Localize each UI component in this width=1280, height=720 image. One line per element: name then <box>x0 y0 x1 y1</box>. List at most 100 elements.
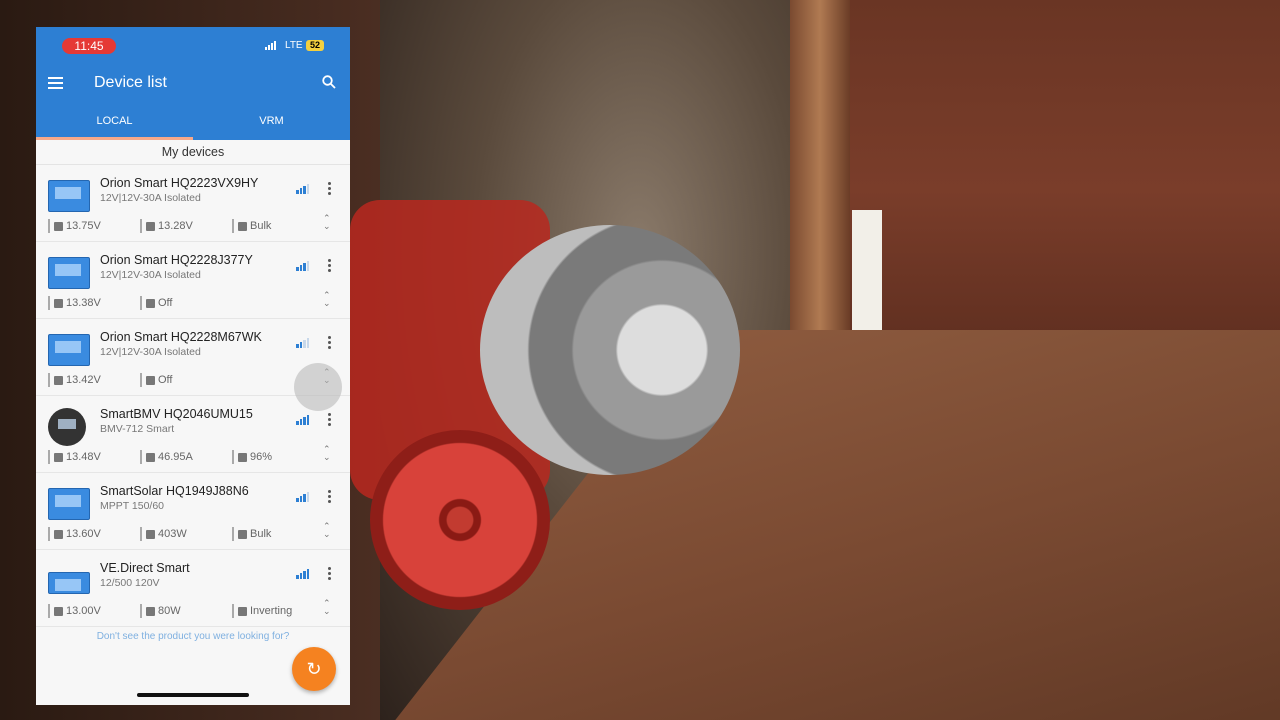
more-options-icon[interactable] <box>328 567 332 581</box>
network-type: LTE <box>285 40 303 51</box>
metric-voltage: 13.48V <box>48 450 140 464</box>
soc-icon <box>238 452 247 462</box>
orion-charger-icon <box>48 334 90 366</box>
metric-solar-power: 403W <box>140 527 232 541</box>
metric-voltage: 13.00V <box>48 604 140 618</box>
signal-strength-icon <box>296 261 309 271</box>
battery-monitor-icon <box>48 408 86 446</box>
device-name: SmartBMV HQ2046UMU15 <box>100 407 253 421</box>
active-tab-indicator <box>36 137 193 140</box>
page-title: Device list <box>94 74 167 91</box>
phone-app: 11:45 LTE 52 Device list LOCAL VRM My de… <box>36 27 350 705</box>
search-icon[interactable] <box>322 75 336 89</box>
solar-panel-icon <box>146 529 155 539</box>
device-row[interactable]: SmartBMV HQ2046UMU15 BMV-712 Smart 13.48… <box>36 396 350 473</box>
battery-in-icon <box>54 221 63 231</box>
ac-output-icon <box>146 606 155 616</box>
touch-indicator <box>294 363 342 411</box>
expand-icon[interactable]: ⌃⌄ <box>323 214 331 231</box>
device-row[interactable]: VE.Direct Smart 12/500 120V 13.00V 80W I… <box>36 550 350 627</box>
battery-indicator: 52 <box>306 40 324 51</box>
battery-icon <box>54 529 63 539</box>
more-options-icon[interactable] <box>328 259 332 273</box>
light-gap <box>852 210 882 350</box>
metric-input-voltage: 13.75V <box>48 219 140 233</box>
menu-icon[interactable] <box>48 77 63 89</box>
cell-signal-icon <box>265 41 276 50</box>
home-indicator[interactable] <box>137 693 249 697</box>
metric-current: 46.95A <box>140 450 232 464</box>
more-options-icon[interactable] <box>328 182 332 196</box>
state-icon <box>146 298 155 308</box>
signal-strength-icon <box>296 492 309 502</box>
alternator-pulley <box>480 225 740 475</box>
battery-icon <box>54 452 63 462</box>
device-metrics: 13.48V 46.95A 96% <box>48 450 324 464</box>
inverter-icon <box>48 572 90 594</box>
battery-in-icon <box>54 375 63 385</box>
signal-strength-icon <box>296 569 309 579</box>
device-row[interactable]: Orion Smart HQ2223VX9HY 12V|12V-30A Isol… <box>36 165 350 242</box>
more-options-icon[interactable] <box>328 413 332 427</box>
metric-output-voltage: 13.28V <box>140 219 232 233</box>
device-metrics: 13.42V Off <box>48 373 232 387</box>
device-name: VE.Direct Smart <box>100 561 190 575</box>
device-model: BMV-712 Smart <box>100 423 175 435</box>
metric-state: Off <box>140 373 232 387</box>
status-time: 11:45 <box>62 38 116 54</box>
current-icon <box>146 452 155 462</box>
device-row[interactable]: SmartSolar HQ1949J88N6 MPPT 150/60 13.60… <box>36 473 350 550</box>
device-row[interactable]: Orion Smart HQ2228J377Y 12V|12V-30A Isol… <box>36 242 350 319</box>
metric-state: Bulk <box>232 527 324 541</box>
more-options-icon[interactable] <box>328 490 332 504</box>
signal-strength-icon <box>296 338 309 348</box>
device-metrics: 13.60V 403W Bulk <box>48 527 324 541</box>
device-model: 12V|12V-30A Isolated <box>100 269 201 281</box>
section-title: My devices <box>36 140 350 165</box>
orion-charger-icon <box>48 180 90 212</box>
status-bar: 11:45 LTE 52 <box>36 27 350 67</box>
metric-state: Off <box>140 296 232 310</box>
metric-ac-power: 80W <box>140 604 232 618</box>
tab-bar: LOCAL VRM <box>36 101 350 140</box>
signal-strength-icon <box>296 184 309 194</box>
device-name: Orion Smart HQ2228J377Y <box>100 253 253 267</box>
solar-charger-icon <box>48 488 90 520</box>
device-name: Orion Smart HQ2223VX9HY <box>100 176 259 190</box>
engine-pulley <box>370 430 550 610</box>
tab-local[interactable]: LOCAL <box>36 101 193 140</box>
missing-product-link[interactable]: Don't see the product you were looking f… <box>36 627 350 642</box>
device-model: 12V|12V-30A Isolated <box>100 192 201 204</box>
expand-icon[interactable]: ⌃⌄ <box>323 522 331 539</box>
more-options-icon[interactable] <box>328 336 332 350</box>
tab-vrm[interactable]: VRM <box>193 101 350 140</box>
device-metrics: 13.75V 13.28V Bulk <box>48 219 324 233</box>
device-metrics: 13.00V 80W Inverting <box>48 604 324 618</box>
expand-icon[interactable]: ⌃⌄ <box>323 291 331 308</box>
refresh-icon: ↻ <box>306 659 322 679</box>
device-model: MPPT 150/60 <box>100 500 165 512</box>
expand-icon[interactable]: ⌃⌄ <box>323 599 331 616</box>
metric-input-voltage: 13.42V <box>48 373 140 387</box>
device-metrics: 13.38V Off <box>48 296 232 310</box>
metric-voltage: 13.60V <box>48 527 140 541</box>
device-name: SmartSolar HQ1949J88N6 <box>100 484 249 498</box>
device-name: Orion Smart HQ2228M67WK <box>100 330 262 344</box>
state-icon <box>238 606 247 616</box>
state-icon <box>238 221 247 231</box>
battery-in-icon <box>54 298 63 308</box>
app-bar: Device list <box>36 67 350 101</box>
metric-state-of-charge: 96% <box>232 450 324 464</box>
battery-icon <box>54 606 63 616</box>
metric-state: Inverting <box>232 604 324 618</box>
orion-charger-icon <box>48 257 90 289</box>
expand-icon[interactable]: ⌃⌄ <box>323 445 331 462</box>
device-model: 12/500 120V <box>100 577 160 589</box>
device-model: 12V|12V-30A Isolated <box>100 346 201 358</box>
metric-input-voltage: 13.38V <box>48 296 140 310</box>
state-icon <box>238 529 247 539</box>
refresh-button[interactable]: ↻ <box>292 647 336 691</box>
metric-state: Bulk <box>232 219 324 233</box>
wood-panel <box>845 0 1280 380</box>
signal-strength-icon <box>296 415 309 425</box>
